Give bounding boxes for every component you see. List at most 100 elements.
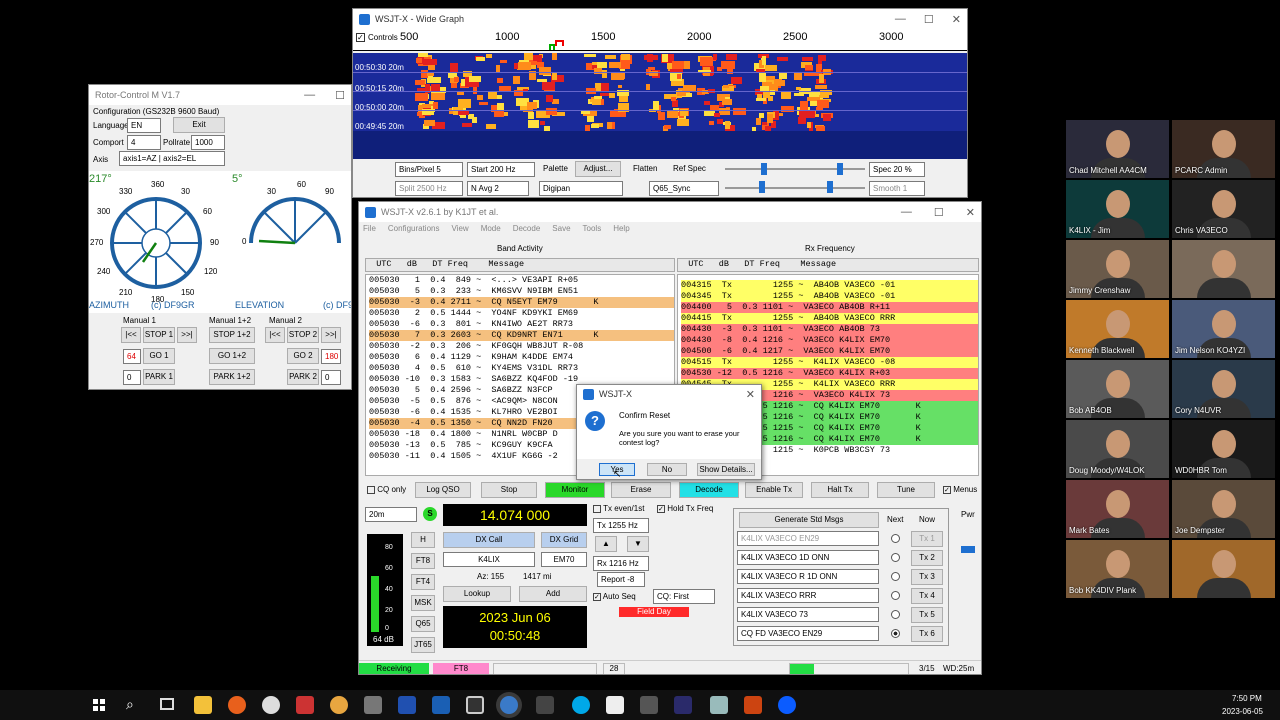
participant-tile[interactable]: Bob KK4DIV Plank bbox=[1066, 540, 1169, 598]
controls-checkbox[interactable]: ✓ bbox=[356, 33, 365, 42]
navg-spinbox[interactable]: N Avg 2 bbox=[467, 181, 529, 196]
tx-marker[interactable] bbox=[549, 44, 555, 50]
app-icon[interactable] bbox=[536, 696, 554, 714]
spec-spinbox[interactable]: Spec 20 % bbox=[869, 162, 925, 177]
adjust-button[interactable]: Adjust... bbox=[575, 161, 621, 177]
ccw2-button[interactable]: |<< bbox=[265, 327, 285, 343]
stop12-button[interactable]: STOP 1+2 bbox=[209, 327, 255, 343]
app-icon[interactable] bbox=[674, 696, 692, 714]
dialog-titlebar[interactable]: WSJT-X ✕ bbox=[577, 385, 761, 403]
erase-button[interactable]: Erase bbox=[611, 482, 671, 498]
menu-help[interactable]: Help bbox=[613, 224, 629, 233]
wsjtx-titlebar[interactable]: WSJT-X v2.6.1 by K1JT et al. — ☐ ✕ bbox=[359, 202, 981, 222]
participant-tile[interactable]: K4LIX - Jim bbox=[1066, 180, 1169, 238]
slider-handle[interactable] bbox=[761, 163, 767, 175]
next-radio[interactable] bbox=[891, 629, 900, 638]
decode-row[interactable]: 005030 -3 0.4 2711 ~ CQ N5EYT EM79 K bbox=[369, 297, 674, 308]
tx5-button[interactable]: Tx 5 bbox=[911, 607, 943, 623]
comport-select[interactable]: 4 bbox=[127, 135, 161, 150]
participant-tile[interactable]: Cory N4UVR bbox=[1172, 360, 1275, 418]
tx-message-field[interactable]: K4LIX VA3ECO EN29 bbox=[737, 531, 879, 546]
cq-first-select[interactable]: CQ: First bbox=[653, 589, 715, 604]
decode-row[interactable]: 004430 -8 0.4 1216 ~ VA3ECO K4LIX EM70 bbox=[681, 335, 978, 346]
tools-icon[interactable] bbox=[364, 696, 382, 714]
language-select[interactable]: EN bbox=[127, 118, 161, 133]
participant-tile[interactable]: Chad Mitchell AA4CM bbox=[1066, 120, 1169, 178]
app-icon[interactable] bbox=[432, 696, 450, 714]
menu-decode[interactable]: Decode bbox=[513, 224, 541, 233]
stop1-button[interactable]: STOP 1 bbox=[143, 327, 175, 343]
stop2-button[interactable]: STOP 2 bbox=[287, 327, 319, 343]
halt-tx-button[interactable]: Halt Tx bbox=[811, 482, 869, 498]
participant-tile[interactable]: Jim Nelson KO4YZI bbox=[1172, 300, 1275, 358]
cw-button[interactable]: >>| bbox=[177, 327, 197, 343]
az-input[interactable]: 64 bbox=[123, 349, 141, 364]
band-select[interactable]: 20m bbox=[365, 507, 417, 522]
book-icon[interactable] bbox=[466, 696, 484, 714]
app-icon[interactable] bbox=[330, 696, 348, 714]
slider-handle[interactable] bbox=[759, 181, 765, 193]
rotor-titlebar[interactable]: Rotor-Control M V1.7 — ☐ bbox=[89, 85, 351, 105]
search-icon[interactable]: ⌕ bbox=[126, 696, 134, 713]
decode-row[interactable]: 004400 5 0.3 1101 ~ VA3ECO AB4OB R+11 bbox=[681, 302, 978, 313]
add-button[interactable]: Add bbox=[519, 586, 587, 602]
tx-up-button[interactable]: ▲ bbox=[595, 536, 617, 552]
enable-tx-button[interactable]: Enable Tx bbox=[745, 482, 803, 498]
camera-icon[interactable] bbox=[640, 696, 658, 714]
participant-tile[interactable]: Jimmy Crenshaw bbox=[1066, 240, 1169, 298]
participant-tile[interactable] bbox=[1172, 540, 1275, 598]
skype-icon[interactable] bbox=[572, 696, 590, 714]
bins-per-pixel-spinbox[interactable]: Bins/Pixel 5 bbox=[395, 162, 463, 177]
maximize-icon[interactable]: ☐ bbox=[924, 13, 934, 26]
el-input[interactable]: 180 bbox=[321, 349, 341, 364]
cw2-button[interactable]: >>| bbox=[321, 327, 341, 343]
decode-row[interactable]: 004430 -3 0.3 1101 ~ VA3ECO AB4OB 73 bbox=[681, 324, 978, 335]
tune-button[interactable]: Tune bbox=[877, 482, 935, 498]
dx-grid-input[interactable]: EM70 bbox=[541, 552, 587, 567]
flatten-checkbox[interactable]: Flatten bbox=[633, 164, 657, 173]
wide-graph-titlebar[interactable]: WSJT-X - Wide Graph — ☐ ✕ bbox=[353, 9, 967, 29]
next-radio[interactable] bbox=[891, 534, 900, 543]
decode-row[interactable]: 005030 2 0.5 1444 ~ YO4NF KD9YKI EM69 bbox=[369, 308, 674, 319]
tx-message-field[interactable]: K4LIX VA3ECO RRR bbox=[737, 588, 879, 603]
participant-tile[interactable] bbox=[1172, 240, 1275, 298]
decode-row[interactable]: 005030 -6 0.3 801 ~ KN4IWO AE2T RR73 bbox=[369, 319, 674, 330]
park2-button[interactable]: PARK 2 bbox=[287, 369, 319, 385]
park1-button[interactable]: PARK 1 bbox=[143, 369, 175, 385]
slider-handle[interactable] bbox=[827, 181, 833, 193]
decode-row[interactable]: 005030 1 0.4 849 ~ <...> VE3API R+05 bbox=[369, 275, 674, 286]
tx3-button[interactable]: Tx 3 bbox=[911, 569, 943, 585]
decode-row[interactable]: 004515 Tx 1255 ~ K4LIX VA3ECO -08 bbox=[681, 357, 978, 368]
next-radio[interactable] bbox=[891, 610, 900, 619]
dx-call-button[interactable]: DX Call bbox=[443, 532, 535, 548]
paint-icon[interactable] bbox=[296, 696, 314, 714]
lookup-button[interactable]: Lookup bbox=[443, 586, 511, 602]
park2-value[interactable]: 0 bbox=[321, 370, 341, 385]
palette-select[interactable]: Digipan bbox=[539, 181, 623, 196]
report-spinbox[interactable]: Report -8 bbox=[597, 572, 645, 587]
decode-row[interactable]: 005030 7 0.3 2603 ~ CQ KD9NRT EN71 K bbox=[369, 330, 674, 341]
tx6-button[interactable]: Tx 6 bbox=[911, 626, 943, 642]
minimize-icon[interactable]: — bbox=[901, 206, 912, 219]
menu-view[interactable]: View bbox=[451, 224, 468, 233]
axis-select[interactable]: axis1=AZ | axis2=EL bbox=[119, 151, 225, 166]
file-explorer-icon[interactable] bbox=[194, 696, 212, 714]
task-view-icon[interactable] bbox=[160, 698, 174, 710]
q65-mode-button[interactable]: Q65 bbox=[411, 616, 435, 632]
decode-row[interactable]: 004530 -12 0.5 1216 ~ VA3ECO K4LIX R+03 bbox=[681, 368, 978, 379]
auto-seq-checkbox[interactable]: ✓ Auto Seq bbox=[593, 592, 636, 601]
tx4-button[interactable]: Tx 4 bbox=[911, 588, 943, 604]
start-freq-spinbox[interactable]: Start 200 Hz bbox=[467, 162, 535, 177]
wsjtx-taskbar-icon[interactable] bbox=[500, 696, 518, 714]
minimize-icon[interactable]: — bbox=[895, 13, 906, 26]
ref-spec-checkbox[interactable]: Ref Spec bbox=[673, 164, 706, 173]
slider-track[interactable] bbox=[725, 187, 865, 189]
close-icon[interactable]: ✕ bbox=[746, 388, 755, 401]
rx-marker[interactable] bbox=[555, 40, 564, 46]
generate-std-msgs-button[interactable]: Generate Std Msgs bbox=[739, 512, 879, 528]
slider-track[interactable] bbox=[725, 168, 865, 170]
log-qso-button[interactable]: Log QSO bbox=[415, 482, 471, 498]
stop-button[interactable]: Stop bbox=[481, 482, 537, 498]
menu-tools[interactable]: Tools bbox=[583, 224, 602, 233]
participant-tile[interactable]: PCARC Admin bbox=[1172, 120, 1275, 178]
